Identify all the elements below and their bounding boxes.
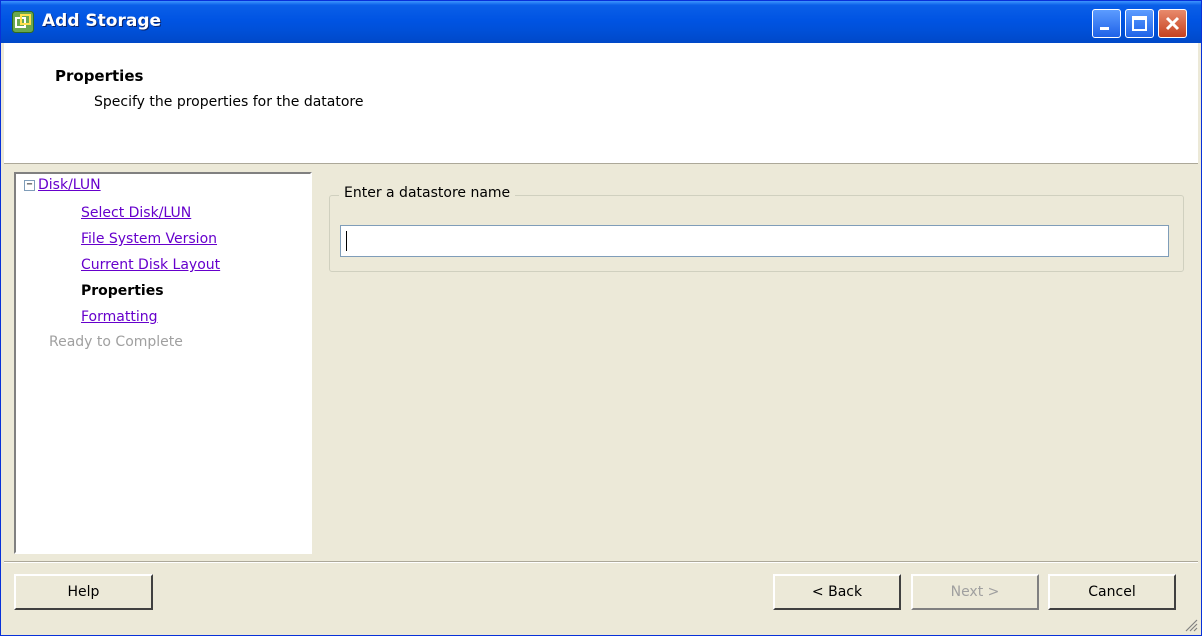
next-button-label: Next > — [950, 584, 1000, 600]
datastore-name-label: Enter a datastore name — [339, 185, 516, 201]
maximize-icon — [1132, 16, 1147, 31]
wizard-header: Properties Specify the properties for th… — [4, 43, 1198, 164]
wizard-steps-panel: − Disk/LUN Select Disk/LUN File System V… — [14, 172, 312, 554]
page-title: Properties — [55, 67, 144, 85]
page-subtitle: Specify the properties for the datatore — [94, 94, 364, 110]
nav-item-ready-to-complete: Ready to Complete — [49, 334, 183, 350]
add-storage-window: Add Storage Properties Specify the prope… — [0, 0, 1202, 636]
minimize-button[interactable] — [1092, 9, 1121, 38]
nav-item-disk-lun[interactable]: Disk/LUN — [38, 177, 101, 193]
back-button-label: < Back — [811, 584, 863, 600]
cancel-button-label: Cancel — [1088, 584, 1136, 600]
help-button[interactable]: Help — [14, 574, 153, 610]
collapse-toggle-icon[interactable]: − — [24, 180, 35, 191]
next-button: Next > — [911, 574, 1039, 610]
back-button[interactable]: < Back — [773, 574, 901, 610]
minimize-icon — [1100, 27, 1109, 30]
button-bar-separator — [4, 561, 1198, 563]
close-button[interactable] — [1158, 9, 1187, 38]
window-title: Add Storage — [42, 11, 162, 31]
text-cursor — [346, 231, 347, 251]
resize-grip-icon[interactable] — [1184, 618, 1198, 632]
nav-item-select-disk-lun[interactable]: Select Disk/LUN — [81, 205, 191, 221]
datastore-name-input[interactable] — [340, 225, 1169, 257]
nav-item-file-system-version[interactable]: File System Version — [81, 231, 217, 247]
nav-item-current-disk-layout[interactable]: Current Disk Layout — [81, 257, 220, 273]
close-icon — [1165, 16, 1180, 31]
vsphere-app-icon — [12, 11, 34, 33]
maximize-button[interactable] — [1125, 9, 1154, 38]
cancel-button[interactable]: Cancel — [1048, 574, 1176, 610]
help-button-label: Help — [67, 584, 100, 600]
title-bar[interactable]: Add Storage — [1, 1, 1201, 43]
nav-item-formatting[interactable]: Formatting — [81, 309, 157, 325]
nav-item-properties: Properties — [81, 283, 164, 299]
